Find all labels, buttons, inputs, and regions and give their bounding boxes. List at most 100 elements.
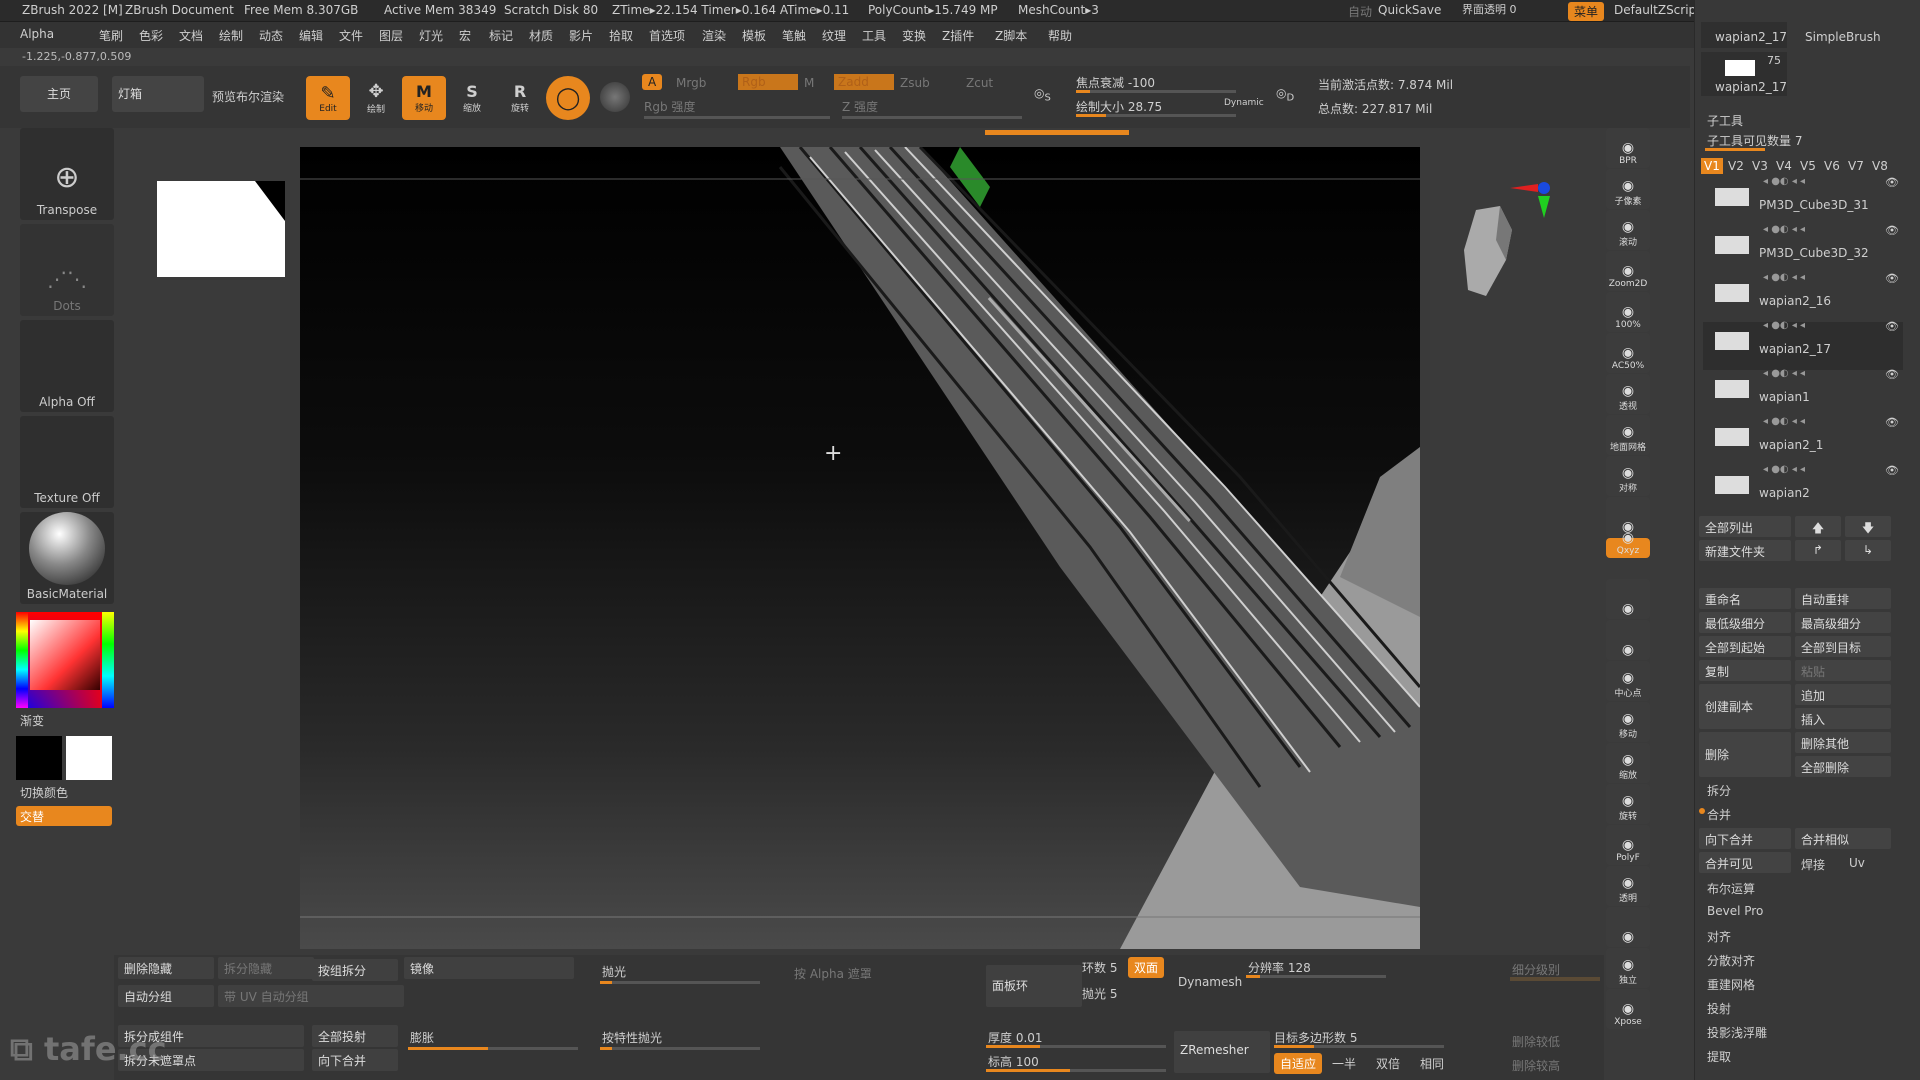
menu-item[interactable]: 宏 [459,27,471,44]
quicksave-button[interactable]: QuickSave [1378,3,1441,17]
right-shelf-button[interactable]: ◉ [1606,907,1650,947]
delete-lower-button[interactable]: 删除较低 [1512,1033,1560,1050]
folder-in-icon[interactable]: ↱ [1795,540,1841,561]
secondary-color-swatch[interactable] [16,736,62,780]
menu-item[interactable]: 图层 [379,27,403,44]
focal-shift-slider[interactable]: 焦点衰减 -100 [1076,74,1155,91]
weld-toggle[interactable]: 焊接 [1801,856,1825,873]
rename-button[interactable]: 重命名 [1699,588,1791,609]
menu-item[interactable]: 模板 [742,27,766,44]
merge-down-button-bottom[interactable]: 向下合并 [312,1049,398,1071]
subdivision-level-slider[interactable]: 细分级别 [1512,961,1560,978]
tool-thumb-simplebrush[interactable]: SimpleBrush [1791,14,1911,48]
delete-higher-button[interactable]: 删除较高 [1512,1057,1560,1074]
bevel-pro-section[interactable]: Bevel Pro [1707,904,1763,918]
zadd-toggle[interactable]: Zadd [834,74,894,90]
target-poly-slider[interactable]: 目标多边形数 5 [1274,1029,1357,1046]
menu-item[interactable]: 色彩 [139,27,163,44]
menu-item[interactable]: 灯光 [419,27,443,44]
split-hidden-button[interactable]: 拆分隐藏 [218,957,314,979]
right-shelf-button[interactable]: ◉ BPR [1606,128,1650,168]
right-shelf-button[interactable]: ◉ 滚动 [1606,210,1650,250]
all-to-target-button[interactable]: 全部到目标 [1795,636,1891,657]
rgb-toggle[interactable]: Rgb [738,74,798,90]
project-section[interactable]: 投射 [1707,1000,1731,1017]
preview-render-button[interactable]: 预览布尔渲染 [212,88,284,105]
eye-icon[interactable]: 👁 [1885,416,1899,429]
material-sphere-icon[interactable] [600,82,630,112]
z-intensity-track[interactable] [842,116,1022,119]
version-tab[interactable]: V8 [1869,158,1891,174]
target-poly-track[interactable] [1274,1045,1444,1048]
inflate-track[interactable] [408,1047,578,1050]
double-toggle[interactable]: 双倍 [1376,1055,1400,1072]
group-split-button[interactable]: 按组拆分 [312,959,398,981]
subtool-toggles[interactable]: ◂ ●◐ ◂ ◂ [1763,272,1805,283]
menu-item[interactable]: 文件 [339,27,363,44]
merge-similar-button[interactable]: 合并相似 [1795,828,1891,849]
half-toggle[interactable]: 一半 [1332,1055,1356,1072]
folder-out-icon[interactable]: ↳ [1845,540,1891,561]
subtool-toggles[interactable]: ◂ ●◐ ◂ ◂ [1763,416,1805,427]
append-button[interactable]: 追加 [1795,684,1891,705]
alternate-button[interactable]: 交替 [16,806,112,826]
subtool-row[interactable]: PM3D_Cube3D_31 👁 ◂ ●◐ ◂ ◂ [1703,176,1903,226]
double-sided-toggle[interactable]: 双面 [1128,957,1165,978]
subtool-toggles[interactable]: ◂ ●◐ ◂ ◂ [1763,224,1805,235]
polish-slider[interactable]: 抛光 [602,963,626,980]
move-up-icon[interactable]: 🡅 [1795,516,1841,537]
panel-polish-slider[interactable]: 抛光 5 [1082,985,1117,1002]
right-shelf-button[interactable]: ◉ 独立 [1606,948,1650,988]
zcut-toggle[interactable]: Zcut [966,76,993,90]
subdivision-level-track[interactable] [1510,977,1600,981]
version-tab[interactable]: V2 [1725,158,1747,174]
visible-count-slider[interactable] [1705,148,1765,151]
subtool-title[interactable]: 子工具 [1707,112,1743,129]
all-to-start-button[interactable]: 全部到起始 [1699,636,1791,657]
right-shelf-button[interactable]: ◉ [1606,579,1650,619]
rgb-intensity-track[interactable] [644,116,830,119]
right-shelf-button[interactable]: ◉ 透视 [1606,374,1650,414]
delete-button[interactable]: 删除 [1699,732,1791,777]
eye-icon[interactable]: 👁 [1885,272,1899,285]
menu-button[interactable]: 菜单 [1568,2,1605,21]
version-tab[interactable]: V4 [1773,158,1795,174]
version-tab[interactable]: V5 [1797,158,1819,174]
menu-item[interactable]: 标记 [489,27,513,44]
merge-down-button[interactable]: 向下合并 [1699,828,1791,849]
subtool-toggles[interactable]: ◂ ●◐ ◂ ◂ [1763,176,1805,187]
transparency-slider[interactable]: 界面透明 0 [1462,1,1517,17]
boolean-section[interactable]: 布尔运算 [1707,880,1755,897]
delete-other-button[interactable]: 删除其他 [1795,732,1891,753]
eye-icon[interactable]: 👁 [1885,464,1899,477]
elevation-track[interactable] [986,1069,1166,1072]
panel-loops-button[interactable]: 面板环 [986,965,1082,1007]
version-tab[interactable]: V3 [1749,158,1771,174]
new-folder-button[interactable]: 新建文件夹 [1699,540,1791,561]
primary-color-swatch[interactable] [66,736,112,780]
version-tab[interactable]: V6 [1821,158,1843,174]
align-section[interactable]: 对齐 [1707,928,1731,945]
transpose-button[interactable]: ⊕ Transpose [20,128,114,220]
elevation-slider[interactable]: 标高 100 [988,1053,1039,1070]
subtool-row[interactable]: wapian2 👁 ◂ ●◐ ◂ ◂ [1703,464,1903,514]
home-button[interactable]: 主页 [20,76,98,112]
version-tab[interactable]: V7 [1845,158,1867,174]
menu-item[interactable]: 材质 [529,27,553,44]
merge-visible-button[interactable]: 合并可见 [1699,852,1791,873]
eye-icon[interactable]: 👁 [1885,368,1899,381]
resolution-slider[interactable]: 分辨率 128 [1248,959,1311,976]
menu-item[interactable]: 首选项 [649,27,685,44]
stroke-dots-button[interactable]: ⋰⋱ Dots [20,224,114,316]
list-all-button[interactable]: 全部列出 [1699,516,1791,537]
mrgb-toggle[interactable]: Mrgb [676,76,706,90]
zsub-toggle[interactable]: Zsub [900,76,930,90]
menu-item[interactable]: 工具 [862,27,886,44]
brush-sphere-button[interactable]: ◯ [546,76,590,120]
alpha-off-button[interactable]: Alpha Off [20,320,114,412]
right-shelf-button[interactable]: ◉ 透明 [1606,866,1650,906]
subtool-row[interactable]: PM3D_Cube3D_32 👁 ◂ ●◐ ◂ ◂ [1703,224,1903,274]
subtool-row[interactable]: wapian2_17 👁 ◂ ●◐ ◂ ◂ [1703,320,1903,370]
tool-thumb-2[interactable]: 75 wapian2_17 [1701,52,1787,96]
draw-button[interactable]: ✥ 绘制 [354,76,398,120]
